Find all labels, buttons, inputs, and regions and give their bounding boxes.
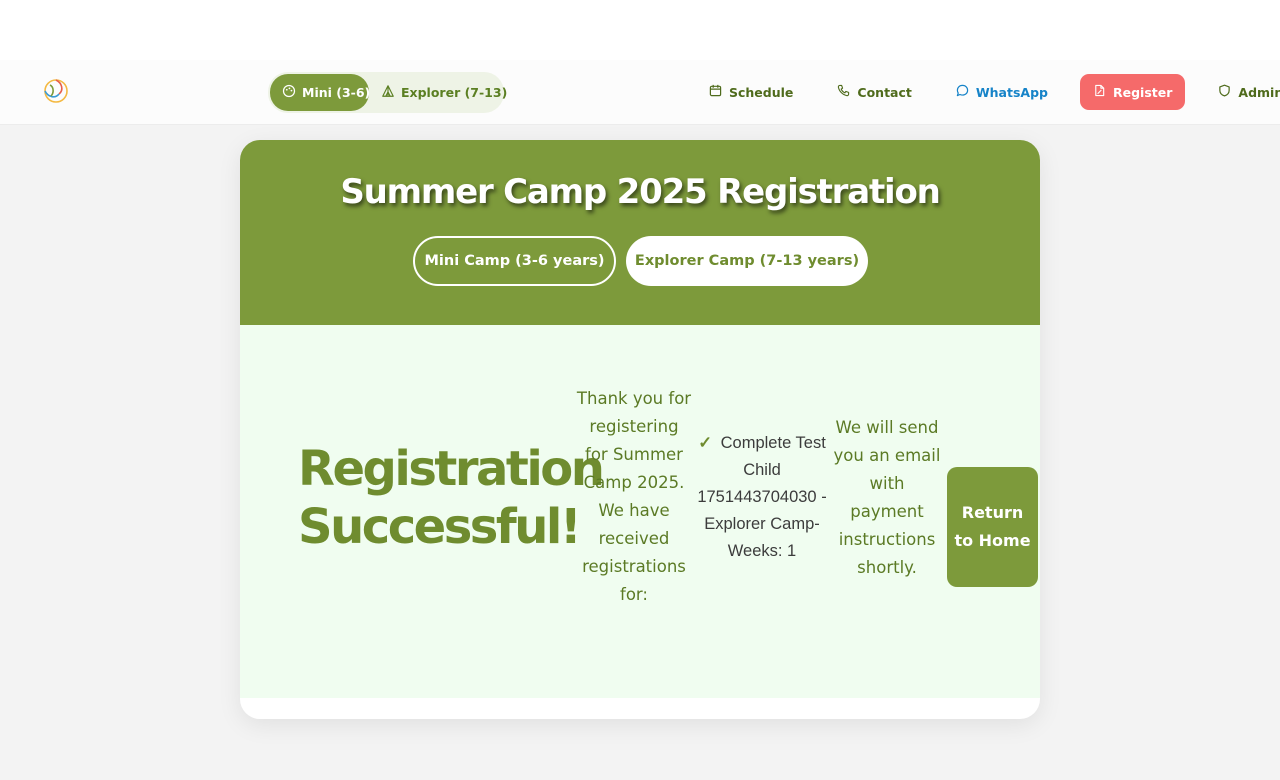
calendar-icon bbox=[709, 84, 722, 100]
registration-item-text: Complete Test Child 1751443704030 - Expl… bbox=[697, 434, 827, 560]
return-home-button[interactable]: Return to Home bbox=[947, 467, 1038, 587]
toggle-explorer-label: Explorer (7-13) bbox=[401, 85, 508, 100]
shield-icon bbox=[1218, 84, 1231, 100]
registration-card: Summer Camp 2025 Registration Mini Camp … bbox=[240, 140, 1040, 719]
file-edit-icon bbox=[1093, 84, 1106, 100]
thank-you-text: Thank you for registering for Summer Cam… bbox=[576, 389, 692, 604]
card-header: Summer Camp 2025 Registration Mini Camp … bbox=[240, 140, 1040, 325]
spiral-logo-icon[interactable] bbox=[42, 77, 70, 105]
nav-contact[interactable]: Contact bbox=[837, 74, 912, 110]
nav-schedule[interactable]: Schedule bbox=[709, 74, 793, 110]
nav-admin[interactable]: Admin bbox=[1218, 74, 1280, 110]
nav-admin-label: Admin bbox=[1238, 84, 1280, 100]
nav-whatsapp-label: WhatsApp bbox=[975, 84, 1048, 100]
nav-links: Schedule Contact WhatsApp Register Admin bbox=[700, 74, 1280, 110]
nav-register-label: Register bbox=[1112, 84, 1173, 100]
top-spacer bbox=[0, 0, 1280, 60]
toggle-mini-label: Mini (3-6) bbox=[302, 85, 371, 100]
registration-item: ✓ Complete Test Child 1751443704030 - Ex… bbox=[696, 430, 828, 565]
phone-icon bbox=[837, 84, 850, 100]
toggle-explorer[interactable]: Explorer (7-13) bbox=[369, 74, 519, 111]
nav-schedule-label: Schedule bbox=[729, 84, 794, 100]
chat-bubble-icon bbox=[956, 84, 969, 100]
email-note: We will send you an email with payment i… bbox=[833, 418, 941, 577]
palette-icon bbox=[282, 84, 296, 101]
camp-tabs: Mini Camp (3-6 years) Explorer Camp (7-1… bbox=[413, 236, 868, 286]
nav-contact-label: Contact bbox=[857, 84, 912, 100]
navbar: Mini (3-6) Explorer (7-13) Schedule Cont… bbox=[0, 60, 1280, 125]
tab-mini-camp[interactable]: Mini Camp (3-6 years) bbox=[413, 236, 616, 286]
tab-explorer-camp[interactable]: Explorer Camp (7-13 years) bbox=[626, 236, 868, 286]
nav-whatsapp[interactable]: WhatsApp bbox=[956, 74, 1048, 110]
page-title: Summer Camp 2025 Registration bbox=[340, 172, 940, 212]
tent-icon bbox=[381, 84, 395, 101]
nav-register-button[interactable]: Register bbox=[1079, 74, 1186, 110]
camp-toggle: Mini (3-6) Explorer (7-13) bbox=[268, 72, 507, 113]
success-heading: Registration Successful! bbox=[298, 441, 605, 555]
success-panel: Registration Successful! Thank you for r… bbox=[240, 325, 1040, 698]
checkmark-icon: ✓ bbox=[698, 434, 713, 452]
toggle-mini[interactable]: Mini (3-6) bbox=[270, 74, 371, 111]
